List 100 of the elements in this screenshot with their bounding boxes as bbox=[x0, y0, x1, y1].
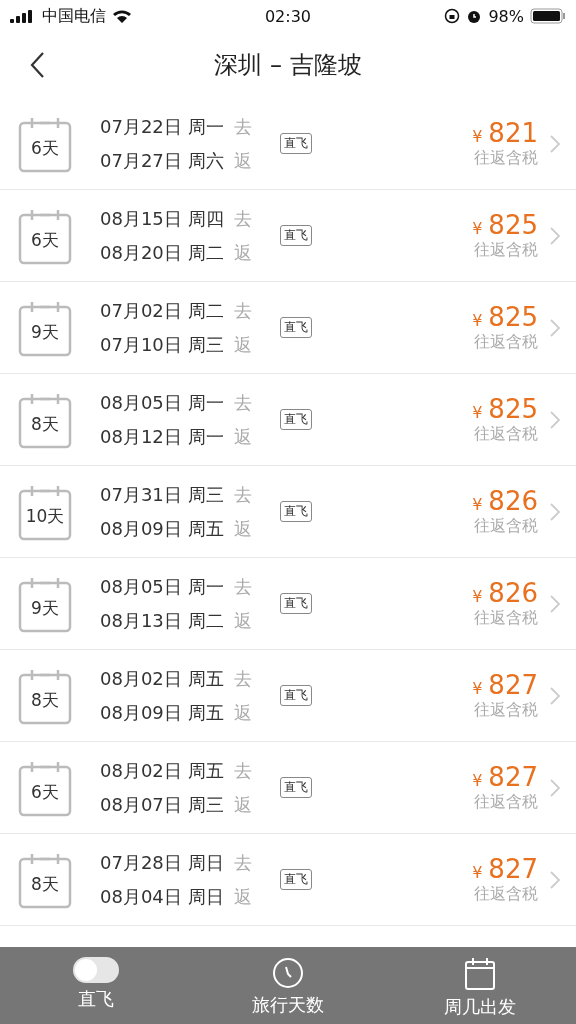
price: 821 bbox=[488, 118, 538, 148]
return-label: 返 bbox=[233, 148, 252, 173]
flight-row[interactable]: 6天 08月15日 周四 去 08月20日 周二 返 直飞 ¥ 825 往返含税 bbox=[0, 190, 576, 282]
chevron-right-icon bbox=[550, 226, 560, 245]
return-label: 返 bbox=[233, 332, 252, 357]
flight-row[interactable]: 8天 08月02日 周五 去 08月09日 周五 返 直飞 ¥ 827 往返含税 bbox=[0, 650, 576, 742]
direct-flight-badge: 直飞 bbox=[280, 225, 312, 246]
departure-date: 07月28日 周日 bbox=[100, 850, 224, 875]
price: 825 bbox=[488, 394, 538, 424]
direct-flight-badge: 直飞 bbox=[280, 501, 312, 522]
departure-date: 07月22日 周一 bbox=[100, 114, 224, 139]
currency-symbol: ¥ bbox=[472, 495, 483, 514]
chevron-right-icon bbox=[550, 778, 560, 797]
chevron-right-icon bbox=[550, 594, 560, 613]
currency-symbol: ¥ bbox=[472, 679, 483, 698]
departure-date: 08月05日 周一 bbox=[100, 390, 224, 415]
return-label: 返 bbox=[233, 884, 252, 909]
return-date: 08月04日 周日 bbox=[100, 884, 224, 909]
price: 827 bbox=[488, 854, 538, 884]
currency-symbol: ¥ bbox=[472, 127, 483, 146]
trip-days: 8天 bbox=[18, 412, 72, 436]
direct-flight-badge: 直飞 bbox=[280, 593, 312, 614]
price-note: 往返含税 bbox=[474, 792, 538, 813]
trip-days: 8天 bbox=[18, 872, 72, 896]
return-date: 07月10日 周三 bbox=[100, 332, 224, 357]
outbound-label: 去 bbox=[233, 850, 252, 875]
currency-symbol: ¥ bbox=[472, 311, 483, 330]
outbound-label: 去 bbox=[233, 206, 252, 231]
battery-percent: 98% bbox=[488, 6, 524, 26]
price-note: 往返含税 bbox=[474, 608, 538, 629]
price-note: 往返含税 bbox=[474, 700, 538, 721]
departure-date: 08月02日 周五 bbox=[100, 758, 224, 783]
departure-date: 08月15日 周四 bbox=[100, 206, 224, 231]
direct-flight-badge: 直飞 bbox=[280, 409, 312, 430]
chevron-right-icon bbox=[550, 686, 560, 705]
trip-days: 6天 bbox=[18, 136, 72, 160]
direct-flight-badge: 直飞 bbox=[280, 869, 312, 890]
price: 826 bbox=[488, 578, 538, 608]
price-note: 往返含税 bbox=[474, 332, 538, 353]
chevron-right-icon bbox=[550, 502, 560, 521]
currency-symbol: ¥ bbox=[472, 771, 483, 790]
trip-days: 6天 bbox=[18, 780, 72, 804]
price: 825 bbox=[488, 210, 538, 240]
battery-icon bbox=[530, 8, 566, 24]
return-label: 返 bbox=[233, 240, 252, 265]
outbound-label: 去 bbox=[233, 298, 252, 323]
flight-row[interactable]: 9天 07月02日 周二 去 07月10日 周三 返 直飞 ¥ 825 往返含税 bbox=[0, 282, 576, 374]
page-title: 深圳 – 吉隆坡 bbox=[214, 50, 362, 81]
outbound-label: 去 bbox=[233, 666, 252, 691]
return-label: 返 bbox=[233, 516, 252, 541]
direct-flight-badge: 直飞 bbox=[280, 777, 312, 798]
alarm-icon bbox=[466, 8, 483, 24]
currency-symbol: ¥ bbox=[472, 219, 483, 238]
chevron-right-icon bbox=[550, 134, 560, 153]
trip-days: 6天 bbox=[18, 228, 72, 252]
flight-row[interactable]: 6天 08月02日 周五 去 08月07日 周三 返 直飞 ¥ 827 往返含税 bbox=[0, 742, 576, 834]
departure-date: 08月02日 周五 bbox=[100, 666, 224, 691]
return-date: 07月27日 周六 bbox=[100, 148, 224, 173]
departure-date: 07月02日 周二 bbox=[100, 298, 224, 323]
price: 827 bbox=[488, 670, 538, 700]
return-date: 08月12日 周一 bbox=[100, 424, 224, 449]
price: 825 bbox=[488, 302, 538, 332]
carrier-name: 中国电信 bbox=[42, 5, 106, 27]
toggle-switch[interactable] bbox=[73, 957, 119, 983]
flight-row[interactable]: 8天 08月05日 周一 去 08月12日 周一 返 直飞 ¥ 825 往返含税 bbox=[0, 374, 576, 466]
flight-row[interactable]: 9天 08月05日 周一 去 08月13日 周二 返 直飞 ¥ 826 往返含税 bbox=[0, 558, 576, 650]
currency-symbol: ¥ bbox=[472, 587, 483, 606]
price: 826 bbox=[488, 486, 538, 516]
flight-row[interactable]: 8天 07月28日 周日 去 08月04日 周日 返 直飞 ¥ 827 往返含税 bbox=[0, 834, 576, 926]
price-note: 往返含税 bbox=[474, 240, 538, 261]
flight-row[interactable]: 6天 07月22日 周一 去 07月27日 周六 返 直飞 ¥ 821 往返含税 bbox=[0, 98, 576, 190]
return-date: 08月09日 周五 bbox=[100, 516, 224, 541]
chevron-right-icon bbox=[550, 410, 560, 429]
outbound-label: 去 bbox=[233, 114, 252, 139]
bottom-tab[interactable]: 旅行天数 bbox=[192, 947, 384, 1024]
return-label: 返 bbox=[233, 700, 252, 725]
return-date: 08月07日 周三 bbox=[100, 792, 224, 817]
departure-date: 08月05日 周一 bbox=[100, 574, 224, 599]
outbound-label: 去 bbox=[233, 482, 252, 507]
bottom-tab[interactable]: 周几出发 bbox=[384, 947, 576, 1024]
direct-flight-badge: 直飞 bbox=[280, 317, 312, 338]
flight-row[interactable]: 10天 07月31日 周三 去 08月09日 周五 返 直飞 ¥ 826 往返含税 bbox=[0, 466, 576, 558]
trip-days: 9天 bbox=[18, 596, 72, 620]
price-note: 往返含税 bbox=[474, 148, 538, 169]
price-note: 往返含税 bbox=[474, 516, 538, 537]
outbound-label: 去 bbox=[233, 390, 252, 415]
wifi-icon bbox=[112, 9, 132, 23]
currency-symbol: ¥ bbox=[472, 863, 483, 882]
return-label: 返 bbox=[233, 792, 252, 817]
departure-date: 07月31日 周三 bbox=[100, 482, 224, 507]
return-date: 08月20日 周二 bbox=[100, 240, 224, 265]
bottom-tab[interactable]: 直飞 bbox=[0, 947, 192, 1024]
rotation-lock-icon bbox=[444, 8, 461, 24]
outbound-label: 去 bbox=[233, 758, 252, 783]
return-label: 返 bbox=[233, 424, 252, 449]
outbound-label: 去 bbox=[233, 574, 252, 599]
trip-days: 9天 bbox=[18, 320, 72, 344]
calendar-icon bbox=[464, 957, 496, 991]
trip-days: 10天 bbox=[18, 504, 72, 528]
direct-flight-badge: 直飞 bbox=[280, 133, 312, 154]
